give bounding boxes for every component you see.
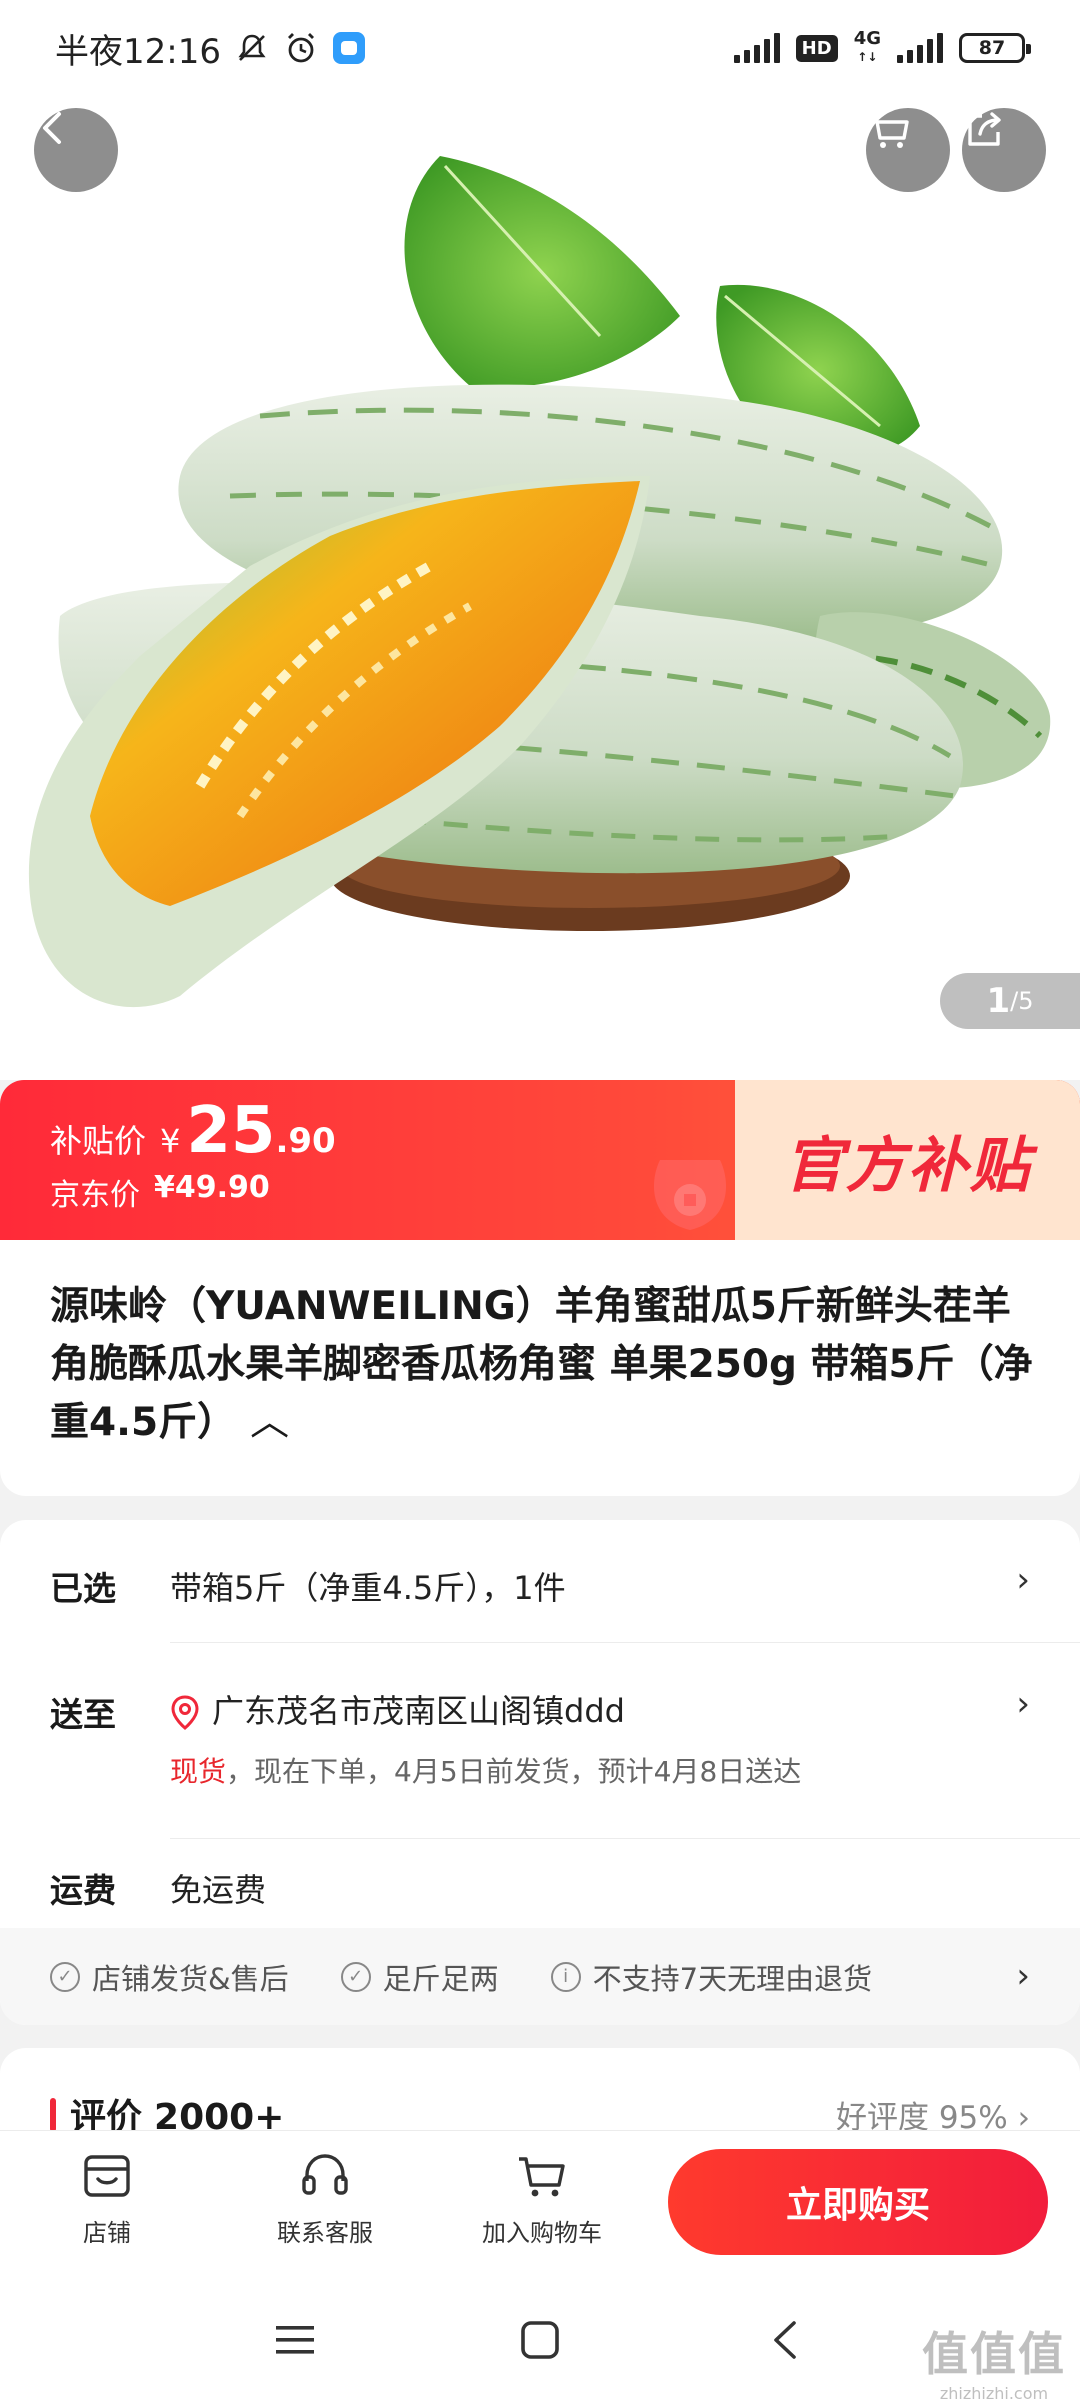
chevron-right-icon: ›: [1016, 1956, 1030, 1996]
chevron-right-icon: ›: [1016, 1560, 1030, 1600]
shipping-fee-row: 运费 免运费: [0, 1840, 1080, 1928]
service-item: ✓ 足斤足两: [340, 1956, 499, 1998]
status-bar: 半夜12:16 HD 4G ↑↓ 87: [0, 0, 1080, 96]
pager-total: /5: [1010, 987, 1034, 1015]
shipping-fee-label: 运费: [50, 1871, 116, 1910]
watermark: 值值值 zhizhizhi.com: [922, 2318, 1066, 2400]
ship-to-label: 送至: [50, 1695, 116, 1734]
divider: [170, 1642, 1080, 1643]
menu-icon: [276, 2326, 314, 2354]
status-right: HD 4G ↑↓ 87: [733, 28, 1031, 66]
shipping-fee-value: 免运费: [170, 1871, 267, 1909]
watermark-logo-text: 值值值: [922, 2327, 1066, 2381]
shipping-address-row[interactable]: 送至 广东茂名市茂南区山阁镇ddd 现货，现在下单，4月5日前发货，预计4月8日…: [0, 1644, 1080, 1804]
info-circle-icon: i: [550, 1961, 581, 1992]
coin-bag-icon: [653, 1160, 727, 1230]
jd-price: 京东价 ¥49.90: [50, 1170, 336, 1214]
app-notification-icon: [332, 32, 365, 64]
product-photo: [28, 156, 1051, 1008]
network-type: 4G ↑↓: [853, 28, 881, 65]
product-image-carousel[interactable]: 1 /5: [0, 96, 1080, 1080]
customer-service-button[interactable]: 联系客服: [250, 2149, 400, 2248]
chevron-right-icon: ›: [1016, 1684, 1030, 1724]
check-circle-icon: ✓: [50, 1961, 80, 1992]
product-title-text: 源味岭（YUANWEILING）羊角蜜甜瓜5斤新鲜头茬羊角脆酥瓜水果羊脚密香瓜杨…: [50, 1284, 1033, 1445]
headset-icon: [302, 2154, 348, 2195]
divider: [170, 1838, 1080, 1839]
collapse-title-icon[interactable]: ︿: [250, 1394, 289, 1452]
back-triangle-icon: [774, 2321, 796, 2359]
service-guarantees[interactable]: ✓ 店铺发货&售后 ✓ 足斤足两 i 不支持7天无理由退货 ›: [0, 1928, 1080, 2025]
battery-level: 87: [978, 37, 1006, 59]
product-title-card: 源味岭（YUANWEILING）羊角蜜甜瓜5斤新鲜头茬羊角脆酥瓜水果羊脚密香瓜杨…: [0, 1240, 1080, 1496]
store-label: 店铺: [83, 2219, 131, 2247]
stock-detail: ，现在下单，4月5日前发货，预计4月8日送达: [226, 1755, 802, 1788]
add-to-cart-label: 加入购物车: [482, 2219, 602, 2247]
add-to-cart-button[interactable]: 加入购物车: [467, 2149, 617, 2248]
official-subsidy-badge: 官方补贴: [735, 1080, 1080, 1240]
service-item: i 不支持7天无理由退货: [550, 1956, 873, 1998]
hd-badge: HD: [795, 34, 838, 62]
home-square-icon: [521, 2321, 559, 2359]
selected-value: 带箱5斤（净重4.5斤），1件: [170, 1569, 566, 1607]
watermark-url: zhizhizhi.com: [939, 2384, 1049, 2400]
currency-symbol: ¥: [160, 1122, 181, 1160]
buy-now-button[interactable]: 立即购买: [668, 2149, 1048, 2255]
selected-spec-row[interactable]: 已选 带箱5斤（净重4.5斤），1件 ›: [0, 1520, 1080, 1640]
image-pager: 1 /5: [940, 973, 1080, 1029]
subsidy-price-integer: 25: [186, 1094, 276, 1168]
status-left: 半夜12:16: [55, 24, 365, 73]
jd-price-label: 京东价: [50, 1178, 140, 1213]
bottom-action-bar: 店铺 联系客服 加入购物车 立即购买: [0, 2130, 1080, 2275]
cart-button[interactable]: [866, 108, 950, 192]
menu-button[interactable]: [260, 2305, 330, 2375]
alarm-icon: [287, 33, 314, 63]
stock-status: 现货，现在下单，4月5日前发货，预计4月8日送达: [170, 1750, 801, 1790]
jd-price-value: ¥49.90: [154, 1170, 270, 1205]
signal-icon: [733, 33, 780, 63]
bell-off-icon: [238, 34, 266, 61]
service-label: 店铺发货&售后: [92, 1961, 289, 1996]
section-accent-bar: [50, 2098, 56, 2132]
cart-icon: [519, 2157, 565, 2197]
price-banner: 补贴价 ¥ 25 .90 京东价 ¥49.90 官方补贴: [0, 1080, 1080, 1240]
store-button[interactable]: 店铺: [32, 2149, 182, 2248]
back-arrow-icon: [43, 112, 61, 144]
back-nav-button[interactable]: [750, 2305, 820, 2375]
share-button[interactable]: [962, 108, 1046, 192]
stock-badge: 现货: [170, 1755, 227, 1788]
price-lines: 补贴价 ¥ 25 .90 京东价 ¥49.90: [50, 1094, 336, 1214]
home-button[interactable]: [505, 2305, 575, 2375]
product-title[interactable]: 源味岭（YUANWEILING）羊角蜜甜瓜5斤新鲜头茬羊角脆酥瓜水果羊脚密香瓜杨…: [50, 1278, 1040, 1452]
pager-current: 1: [986, 981, 1011, 1021]
purchase-info-card: 已选 带箱5斤（净重4.5斤），1件 › 送至 广东茂名市茂南区山阁镇ddd 现…: [0, 1520, 1080, 2025]
location-pin-icon: [171, 1695, 199, 1730]
system-navigation-bar: [0, 2275, 1080, 2400]
subsidy-price-decimal: .90: [275, 1121, 336, 1161]
clock: 半夜12:16: [55, 31, 221, 72]
battery-icon: 87: [959, 33, 1031, 63]
service-label: 足斤足两: [382, 1961, 499, 1996]
customer-service-label: 联系客服: [277, 2219, 373, 2247]
service-label: 不支持7天无理由退货: [592, 1961, 873, 1996]
official-subsidy-text: 官方补贴: [783, 1130, 1032, 1201]
subsidy-price-label: 补贴价: [50, 1122, 147, 1160]
ship-address: 广东茂名市茂南区山阁镇ddd: [170, 1686, 625, 1732]
subsidy-price: 补贴价 ¥ 25 .90: [50, 1094, 336, 1168]
selected-label: 已选: [50, 1569, 116, 1608]
service-item: ✓ 店铺发货&售后: [50, 1956, 289, 1998]
share-icon: [968, 112, 1001, 146]
ship-address-text: 广东茂名市茂南区山阁镇ddd: [212, 1692, 625, 1730]
check-circle-icon: ✓: [340, 1961, 371, 1992]
signal-icon: [897, 33, 943, 63]
store-icon: [84, 2155, 130, 2197]
cart-icon: [870, 114, 909, 148]
back-button[interactable]: [34, 108, 118, 192]
